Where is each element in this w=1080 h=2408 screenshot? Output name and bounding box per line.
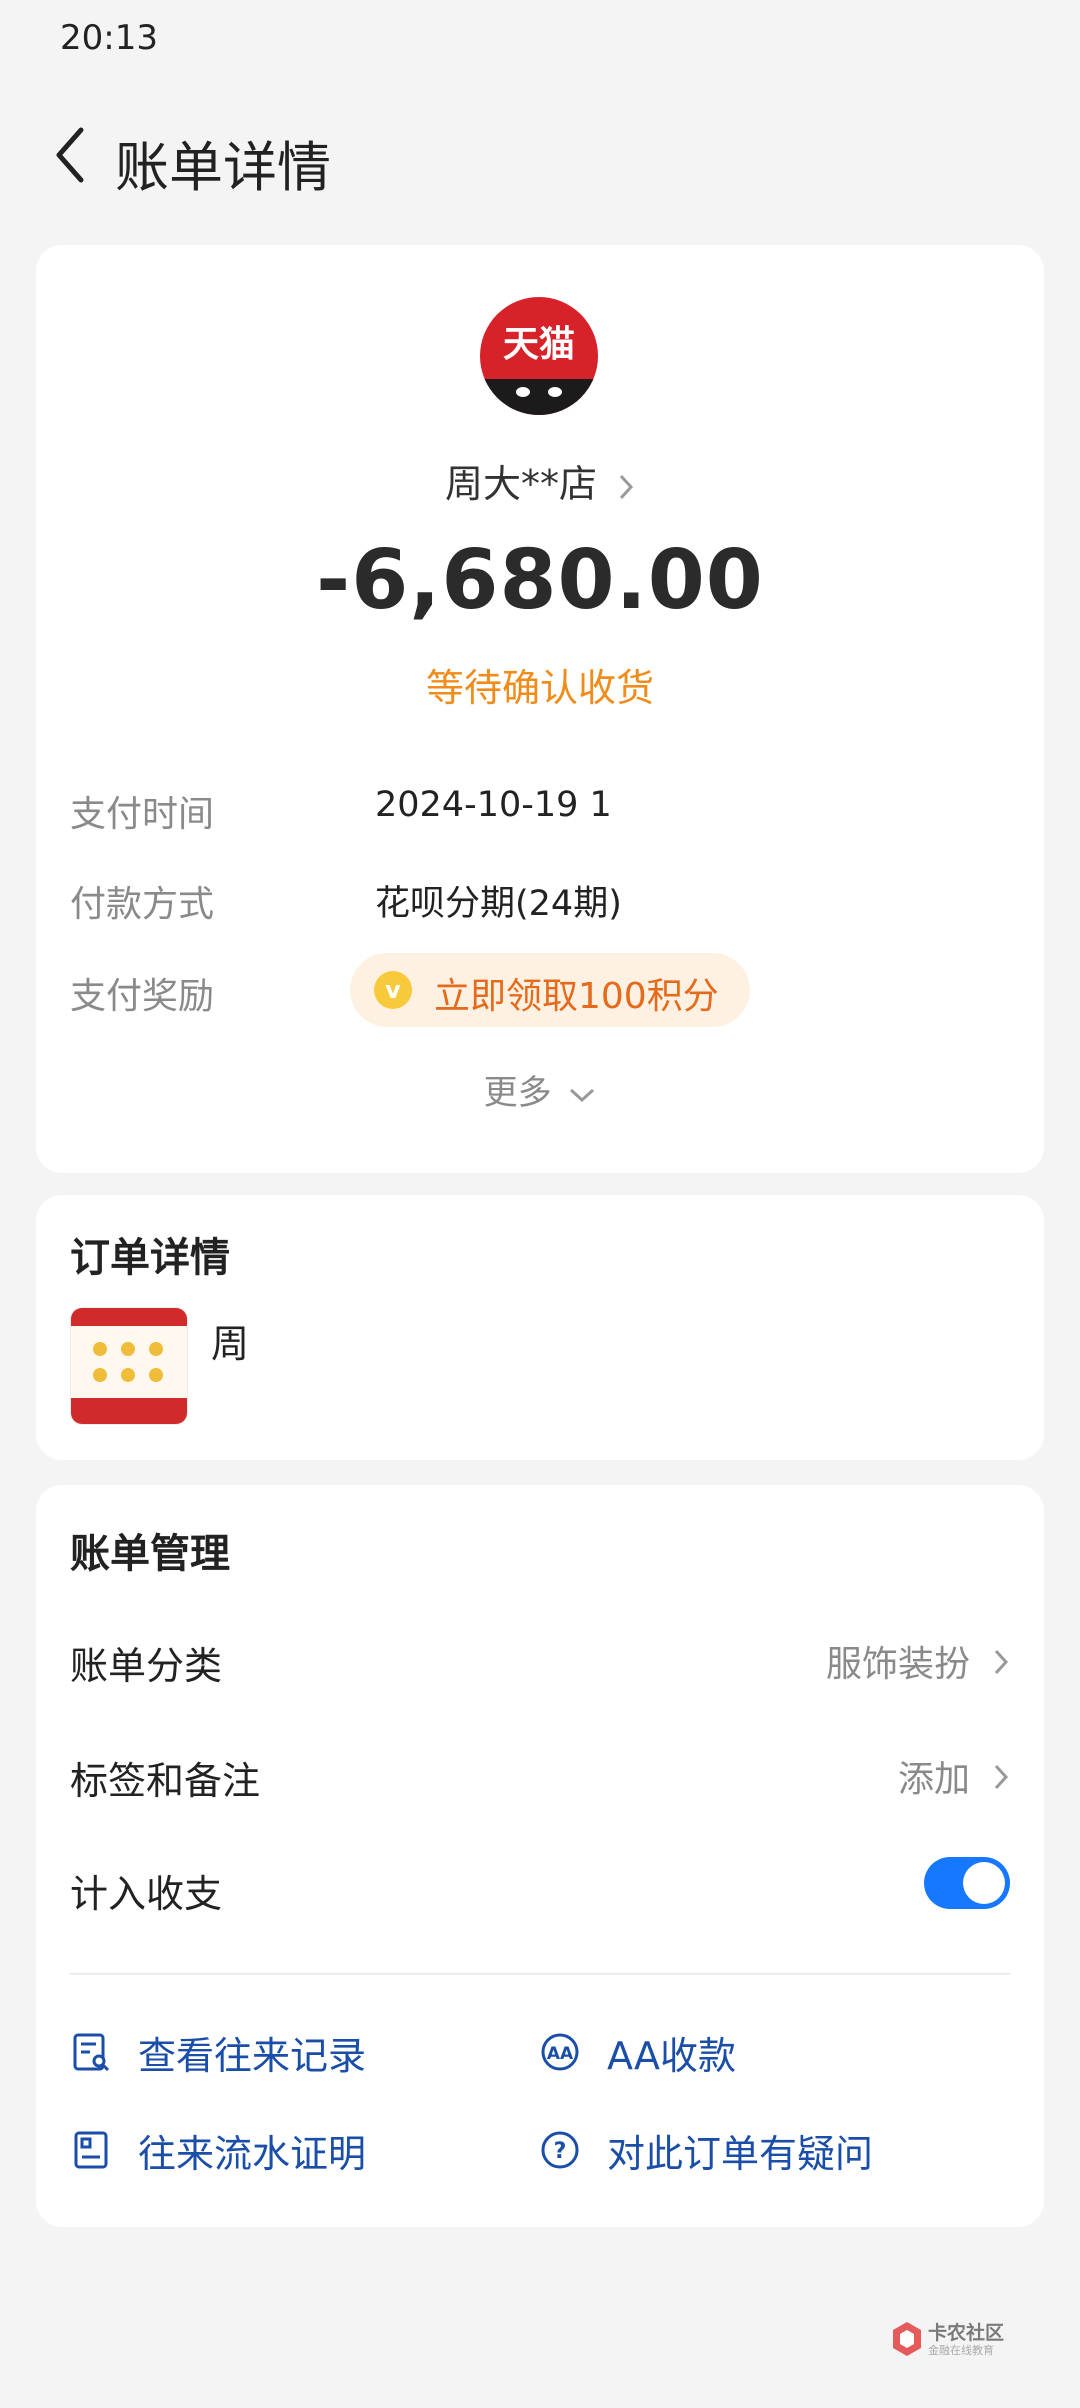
- pay-time-row: 支付时间 2024-10-19 1: [70, 785, 970, 841]
- include-in-stats-toggle[interactable]: [924, 1857, 1010, 1909]
- bill-amount: -6,680.00: [316, 533, 764, 628]
- page-title: 账单详情: [115, 136, 331, 199]
- aa-collect-label: AA收款: [607, 2034, 737, 2078]
- thumb-item: [93, 1368, 107, 1382]
- pay-method-label: 付款方式: [70, 884, 215, 925]
- question-icon: ?: [541, 2131, 579, 2169]
- more-label: 更多: [483, 1073, 552, 1113]
- thumb-footer-band: [71, 1398, 187, 1424]
- thumb-item: [121, 1368, 135, 1382]
- community-watermark: 卡农社区 金融在线教育: [890, 2318, 1020, 2362]
- order-question-button[interactable]: ? 对此订单有疑问: [539, 2121, 999, 2181]
- bill-summary-card: 天猫 周大**店 -6,680.00 等待确认收货 支付时间 2024-10-1…: [36, 245, 1044, 1173]
- bill-category-row[interactable]: 账单分类 服饰装扮: [70, 1635, 1010, 1695]
- header-bar: 账单详情: [0, 115, 1080, 199]
- coin-icon: v: [374, 971, 412, 1009]
- order-question-label: 对此订单有疑问: [607, 2132, 874, 2176]
- chevron-right-icon: [994, 1764, 1009, 1790]
- record-search-icon: [73, 2033, 110, 2072]
- order-details-card[interactable]: 订单详情 周: [36, 1195, 1044, 1460]
- include-in-stats-row: 计入收支: [70, 1857, 1010, 1923]
- pay-time-label: 支付时间: [70, 794, 215, 835]
- reward-claim-label: 立即领取100积分: [434, 976, 719, 1017]
- divider: [70, 1973, 1010, 1975]
- bill-status: 等待确认收货: [425, 666, 654, 710]
- view-history-button[interactable]: 查看往来记录: [70, 2023, 490, 2083]
- aa-icon: AA: [541, 2033, 579, 2071]
- order-section-title: 订单详情: [70, 1235, 230, 1281]
- svg-text:AA: AA: [547, 2044, 574, 2064]
- pay-reward-label: 支付奖励: [70, 976, 215, 1017]
- tags-notes-row[interactable]: 标签和备注 添加: [70, 1750, 1010, 1810]
- include-in-stats-label: 计入收支: [70, 1872, 223, 1916]
- merchant-logo: 天猫: [480, 297, 598, 415]
- watermark-text: 卡农社区: [928, 2322, 1005, 2344]
- bill-management-card: 账单管理 账单分类 服饰装扮 标签和备注 添加 计入收支 查看往来记录 AA A…: [36, 1485, 1044, 2227]
- pay-reward-row: 支付奖励 v 立即领取100积分: [70, 953, 970, 1027]
- kanong-logo-icon: [893, 2322, 921, 2356]
- transaction-proof-label: 往来流水证明: [138, 2132, 367, 2176]
- document-icon: [74, 2131, 108, 2169]
- cat-face-icon: [480, 379, 598, 415]
- thumb-item: [93, 1342, 107, 1356]
- thumb-item: [121, 1342, 135, 1356]
- chevron-left-icon: [56, 127, 84, 183]
- transaction-proof-button[interactable]: 往来流水证明: [70, 2121, 490, 2181]
- tags-notes-value: 添加: [897, 1759, 970, 1800]
- pay-time-value: 2024-10-19 1: [375, 785, 612, 825]
- more-button[interactable]: 更多: [36, 1065, 1044, 1114]
- product-thumbnail: [70, 1307, 188, 1425]
- product-name: 周: [211, 1322, 250, 1366]
- pay-method-value: 花呗分期(24期): [375, 884, 622, 924]
- aa-collect-button[interactable]: AA AA收款: [539, 2023, 959, 2083]
- thumb-item: [149, 1368, 163, 1382]
- management-section-title: 账单管理: [70, 1531, 230, 1577]
- bill-category-value: 服饰装扮: [825, 1644, 970, 1685]
- reward-claim-button[interactable]: v 立即领取100积分: [350, 953, 750, 1027]
- chevron-down-icon: [570, 1088, 595, 1102]
- chevron-right-icon: [994, 1649, 1009, 1675]
- merchant-link[interactable]: 周大**店: [36, 453, 1044, 508]
- bill-category-label: 账单分类: [70, 1644, 223, 1688]
- back-button[interactable]: [38, 115, 102, 195]
- toggle-knob: [963, 1862, 1005, 1904]
- svg-text:?: ?: [554, 2139, 567, 2164]
- status-time: 20:13: [60, 18, 158, 58]
- tags-notes-label: 标签和备注: [70, 1759, 261, 1803]
- merchant-logo-text: 天猫: [502, 324, 575, 365]
- thumb-header-band: [71, 1308, 187, 1326]
- thumb-item: [149, 1342, 163, 1356]
- pay-method-row: 付款方式 花呗分期(24期): [70, 875, 970, 931]
- chevron-right-icon: [619, 474, 634, 499]
- view-history-label: 查看往来记录: [138, 2034, 367, 2078]
- watermark-subtext: 金融在线教育: [928, 2344, 994, 2357]
- merchant-name: 周大**店: [444, 462, 597, 506]
